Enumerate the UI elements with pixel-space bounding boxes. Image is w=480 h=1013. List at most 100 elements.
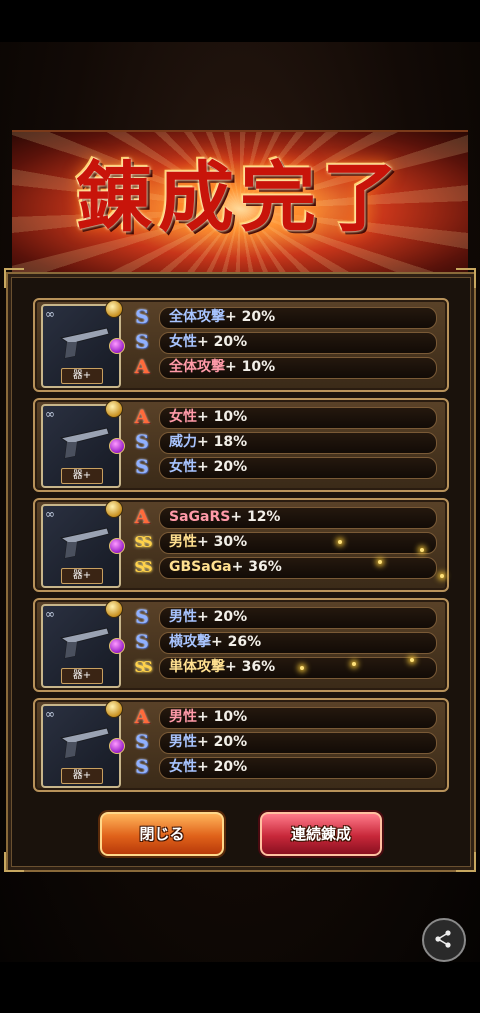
result-card: ∞ 器+ A SaGaRS+ 12% SS 男性+ 30% SS GBSaGa+ 36%: [33, 498, 449, 592]
ability-value: + 30%: [197, 534, 248, 550]
ability-value: + 20%: [197, 734, 248, 750]
ability-row: A 女性+ 10%: [131, 406, 443, 429]
rank-a-icon: A: [134, 506, 150, 528]
ability-text: 女性+ 20%: [169, 756, 247, 779]
ability-name: 女性: [169, 459, 197, 475]
pistol-icon: [59, 327, 110, 359]
weapon-tag: 器+: [61, 768, 103, 784]
sparkle: [338, 540, 342, 544]
ability-row: S 横攻撃+ 26%: [131, 631, 443, 654]
ability-value: + 26%: [211, 634, 262, 650]
ability-text: 全体攻撃+ 10%: [169, 356, 275, 379]
pistol-icon: [59, 727, 110, 759]
rank-s-icon: S: [135, 731, 149, 753]
gold-coin-icon: [105, 700, 123, 718]
rank-s-icon: S: [135, 606, 149, 628]
ability-name: GBSaGa: [169, 559, 232, 575]
ability-row: S 全体攻撃+ 20%: [131, 306, 443, 329]
pistol-icon: [59, 427, 110, 459]
ability-name: 単体攻撃: [169, 659, 225, 675]
ability-name: 全体攻撃: [169, 309, 225, 325]
status-bar: [0, 0, 480, 42]
ability-row: SS 単体攻撃+ 36%: [131, 656, 443, 679]
result-card: ∞ 器+ S 男性+ 20% S 横攻撃+ 26% SS 単体攻撃+ 36%: [33, 598, 449, 692]
result-card: ∞ 器+ S 全体攻撃+ 20% S 女性+ 20% A 全体攻撃+ 10%: [33, 298, 449, 392]
ability-name: 女性: [169, 759, 197, 775]
weapon-tag: 器+: [61, 468, 103, 484]
ability-row: S 男性+ 20%: [131, 731, 443, 754]
rank-s-icon: S: [135, 631, 149, 653]
rank-s-icon: S: [135, 431, 149, 453]
rank-ss-icon: SS: [134, 533, 152, 551]
ability-value: + 10%: [197, 409, 248, 425]
ability-value: + 36%: [231, 559, 282, 575]
ability-value: + 18%: [197, 434, 248, 450]
ability-value: + 20%: [197, 609, 248, 625]
ability-name: 威力: [169, 434, 197, 450]
page-title: 錬成完了: [76, 153, 404, 242]
ability-value: + 20%: [197, 759, 248, 775]
ability-text: 男性+ 20%: [169, 606, 247, 629]
sparkle: [378, 560, 382, 564]
share-button[interactable]: [422, 918, 466, 962]
rank-s-icon: S: [135, 331, 149, 353]
gold-coin-icon: [105, 300, 123, 318]
ability-name: 横攻撃: [169, 634, 211, 650]
ability-value: + 10%: [225, 359, 276, 375]
ability-text: 横攻撃+ 26%: [169, 631, 261, 654]
gem-icon: [109, 438, 125, 454]
ability-text: 女性+ 20%: [169, 456, 247, 479]
ability-row: S 女性+ 20%: [131, 756, 443, 779]
ability-value: + 20%: [197, 334, 248, 350]
ability-text: 女性+ 10%: [169, 406, 247, 429]
ability-row: A 男性+ 10%: [131, 706, 443, 729]
rank-s-icon: S: [135, 456, 149, 478]
ability-row: A 全体攻撃+ 10%: [131, 356, 443, 379]
ability-text: 男性+ 20%: [169, 731, 247, 754]
gold-coin-icon: [105, 400, 123, 418]
gem-icon: [109, 638, 125, 654]
ability-row: S 女性+ 20%: [131, 331, 443, 354]
chain-icon: ∞: [45, 607, 55, 621]
rank-a-icon: A: [134, 406, 150, 428]
result-card: ∞ 器+ A 女性+ 10% S 威力+ 18% S 女性+ 20%: [33, 398, 449, 492]
ability-name: 女性: [169, 409, 197, 425]
chain-icon: ∞: [45, 307, 55, 321]
gem-icon: [109, 538, 125, 554]
rank-a-icon: A: [134, 706, 150, 728]
ability-row: SS GBSaGa+ 36%: [131, 556, 443, 579]
weapon-tag: 器+: [61, 668, 103, 684]
ability-name: 男性: [169, 734, 197, 750]
ability-text: GBSaGa+ 36%: [169, 556, 282, 579]
ability-value: + 20%: [225, 309, 276, 325]
pistol-icon: [59, 527, 110, 559]
ability-text: 女性+ 20%: [169, 331, 247, 354]
pistol-icon: [59, 627, 110, 659]
ability-name: 男性: [169, 534, 197, 550]
ability-row: SS 男性+ 30%: [131, 531, 443, 554]
ability-name: 男性: [169, 709, 197, 725]
ability-name: 女性: [169, 334, 197, 350]
sparkle: [410, 658, 414, 662]
gem-icon: [109, 738, 125, 754]
rank-s-icon: S: [135, 756, 149, 778]
sparkle: [420, 548, 424, 552]
share-icon: [435, 930, 451, 948]
ability-name: SaGaRS: [169, 509, 231, 525]
sparkle: [300, 666, 304, 670]
sparkle: [352, 662, 356, 666]
panel-corner: [4, 852, 24, 872]
close-button[interactable]: 閉じる: [100, 812, 224, 856]
ability-text: 単体攻撃+ 36%: [169, 656, 275, 679]
sparkle: [440, 574, 444, 578]
ability-text: SaGaRS+ 12%: [169, 506, 280, 529]
continuous-refine-button[interactable]: 連続錬成: [260, 812, 382, 856]
chain-icon: ∞: [45, 707, 55, 721]
ability-text: 全体攻撃+ 20%: [169, 306, 275, 329]
weapon-tag: 器+: [61, 568, 103, 584]
chain-icon: ∞: [45, 507, 55, 521]
result-card: ∞ 器+ A 男性+ 10% S 男性+ 20% S 女性+ 20%: [33, 698, 449, 792]
ability-text: 男性+ 30%: [169, 531, 247, 554]
ability-row: S 女性+ 20%: [131, 456, 443, 479]
ability-name: 全体攻撃: [169, 359, 225, 375]
